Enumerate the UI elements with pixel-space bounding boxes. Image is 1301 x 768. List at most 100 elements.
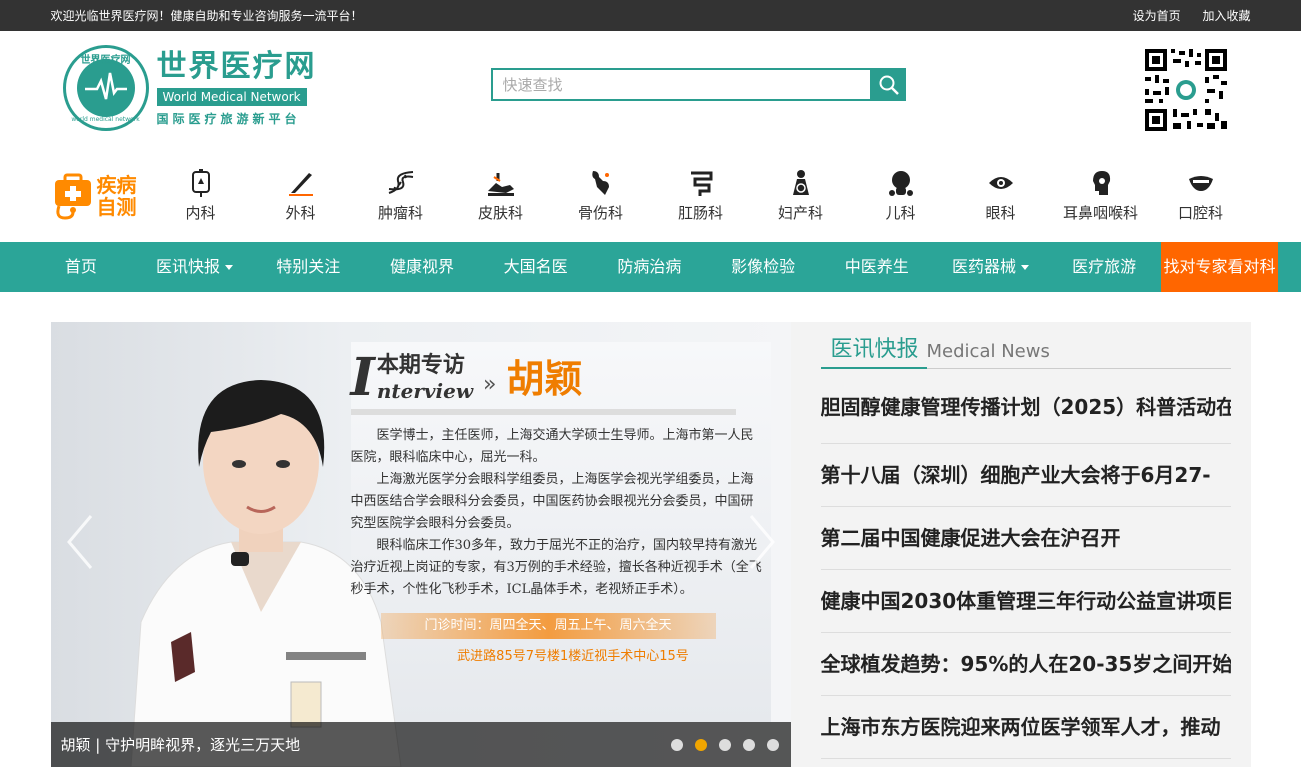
bio-paragraph: 眼科临床工作30多年，致力于屈光不正的治疗，国内较早持有激光治疗近视上岗证的专家…	[350, 538, 762, 597]
header: 世界医疗网 world medical network 世界医疗网 World …	[51, 31, 1251, 149]
dept-label: 眼科	[985, 204, 1016, 222]
dept-label: 皮肤科	[477, 204, 523, 222]
dept-oncology[interactable]: 肿瘤科	[351, 168, 451, 223]
slider-dots	[659, 738, 779, 751]
nav-label: 中医养生	[844, 257, 909, 276]
eye-icon	[987, 168, 1015, 198]
interview-card: I 本期专访 nterview » 胡颖 医学博士，主任医师，上海交通大学硕士生…	[350, 347, 766, 717]
dept-obstetrics[interactable]: 妇产科	[751, 168, 851, 223]
dept-label: 肿瘤科	[377, 204, 423, 222]
slider-dot[interactable]	[742, 738, 755, 751]
main-nav: 首页 医讯快报 特别关注 健康视界 大国名医 防病治病 影像检验 中医养生 医药…	[0, 242, 1301, 292]
slider-prev-arrow-icon[interactable]	[65, 512, 95, 572]
dept-internal-medicine[interactable]: 内科	[151, 168, 251, 223]
nav-label: 医讯快报	[156, 257, 221, 276]
site-logo[interactable]: 世界医疗网 world medical network 世界医疗网 World …	[62, 45, 317, 131]
search-icon	[879, 75, 899, 95]
nav-famous-doctors[interactable]: 大国名医	[479, 242, 593, 292]
nav-tcm[interactable]: 中医养生	[820, 242, 934, 292]
news-list: 胆固醇健康管理传播计划（2025）科普活动在 第十八届（深圳）细胞产业大会将于6…	[820, 369, 1231, 759]
self-test-line1: 疾病	[96, 172, 137, 197]
nav-special-focus[interactable]: 特别关注	[251, 242, 365, 292]
dept-dental[interactable]: 口腔科	[1151, 168, 1251, 223]
logo-english: World Medical Network	[156, 87, 307, 106]
clinic-address: 武进路85号7号楼1楼近视手术中心15号	[457, 649, 689, 664]
logo-title: 世界医疗网	[156, 48, 317, 84]
dept-surgery[interactable]: 外科	[251, 168, 351, 223]
main-content: I 本期专访 nterview » 胡颖 医学博士，主任医师，上海交通大学硕士生…	[50, 322, 1251, 767]
dept-label: 骨伤科	[577, 204, 623, 222]
child-icon	[888, 168, 914, 198]
qr-code-icon	[1142, 47, 1229, 133]
iv-bag-icon	[190, 168, 212, 198]
dept-label: 口腔科	[1177, 204, 1223, 222]
news-item[interactable]: 健康中国2030体重管理三年行动公益宣讲项目	[820, 570, 1231, 633]
nav-medical-tourism[interactable]: 医疗旅游	[1047, 242, 1161, 292]
news-item[interactable]: 第二届中国健康促进大会在沪召开	[820, 507, 1231, 570]
dept-label: 内科	[185, 204, 216, 222]
hand-icon	[486, 168, 516, 198]
nav-medical-devices[interactable]: 医药器械	[934, 242, 1048, 292]
nav-find-expert[interactable]: 找对专家看对科	[1161, 242, 1279, 292]
divider	[350, 409, 736, 415]
nav-imaging[interactable]: 影像检验	[706, 242, 820, 292]
search-button[interactable]	[871, 68, 906, 101]
nav-label: 特别关注	[276, 257, 341, 276]
nav-label: 医疗旅游	[1072, 257, 1137, 276]
logo-subtitle: 国际医疗旅游新平台	[156, 111, 301, 126]
slider-dot-active[interactable]	[694, 738, 707, 751]
slider-dot[interactable]	[670, 738, 683, 751]
double-arrow-icon: »	[483, 372, 497, 397]
doctor-bio: 医学博士，主任医师，上海交通大学硕士生导师。上海市第一人民医院，眼科临床中心，屈…	[351, 425, 766, 601]
slider-dot[interactable]	[718, 738, 731, 751]
bone-icon	[589, 168, 613, 198]
news-item[interactable]: 上海市东方医院迎来两位医学领军人才，推动	[820, 696, 1231, 759]
top-bar: 欢迎光临世界医疗网！健康自助和专业咨询服务一流平台！ 设为首页 加入收藏	[0, 0, 1301, 31]
nav-label: 医药器械	[951, 257, 1016, 276]
interview-title: 本期专访	[376, 352, 465, 378]
doctor-name: 胡颖	[506, 356, 583, 401]
banner-slider[interactable]: I 本期专访 nterview » 胡颖 医学博士，主任医师，上海交通大学硕士生…	[50, 322, 791, 767]
dept-ophthalmology[interactable]: 眼科	[951, 168, 1051, 223]
nav-label: 找对专家看对科	[1163, 257, 1276, 276]
nav-label: 健康视界	[389, 257, 454, 276]
interview-en: nterview	[376, 379, 474, 403]
slide-title[interactable]: 胡颖 | 守护明眸视界，逐光三万天地	[61, 734, 301, 755]
news-item[interactable]: 全球植发趋势：95%的人在20-35岁之间开始	[820, 633, 1231, 696]
slider-dot[interactable]	[766, 738, 779, 751]
dept-anorectal[interactable]: 肛肠科	[651, 168, 751, 223]
bio-paragraph: 医学博士，主任医师，上海交通大学硕士生导师。上海市第一人民医院，眼科临床中心，屈…	[350, 428, 754, 465]
nav-label: 大国名医	[503, 257, 568, 276]
news-title-en: Medical News	[926, 341, 1050, 362]
dept-ent[interactable]: 耳鼻咽喉科	[1051, 168, 1151, 223]
set-home-link[interactable]: 设为首页	[1133, 9, 1181, 23]
welcome-text: 欢迎光临世界医疗网！健康自助和专业咨询服务一流平台！	[50, 9, 363, 23]
slider-next-arrow-icon[interactable]	[747, 512, 777, 572]
nav-home[interactable]: 首页	[24, 242, 138, 292]
pregnant-icon	[789, 168, 813, 198]
logo-ring-text: 世界医疗网	[80, 55, 131, 66]
caret-down-icon	[1020, 265, 1029, 270]
dept-label: 妇产科	[777, 204, 823, 222]
dna-icon	[386, 168, 416, 198]
dept-label: 肛肠科	[677, 204, 723, 222]
interview-initial: I	[350, 347, 375, 408]
search-input[interactable]	[490, 68, 872, 101]
self-test-line2: 自测	[96, 194, 137, 219]
dept-orthopedics[interactable]: 骨伤科	[551, 168, 651, 223]
news-item[interactable]: 第十八届（深圳）细胞产业大会将于6月27-	[820, 444, 1231, 507]
news-item[interactable]: 胆固醇健康管理传播计划（2025）科普活动在	[820, 384, 1231, 444]
logo-emblem: 世界医疗网 world medical network	[62, 45, 149, 131]
scalpel-icon	[287, 168, 315, 198]
nav-disease-prevention[interactable]: 防病治病	[593, 242, 707, 292]
slider-caption: 胡颖 | 守护明眸视界，逐光三万天地	[50, 722, 791, 767]
add-favorite-link[interactable]: 加入收藏	[1202, 9, 1250, 23]
dept-dermatology[interactable]: 皮肤科	[451, 168, 551, 223]
logo-heartbeat-icon	[76, 59, 135, 117]
nav-health-vision[interactable]: 健康视界	[365, 242, 479, 292]
dept-pediatrics[interactable]: 儿科	[851, 168, 951, 223]
nav-medical-news[interactable]: 医讯快报	[138, 242, 252, 292]
search-bar	[490, 68, 906, 101]
news-title[interactable]: 医讯快报	[820, 331, 927, 369]
self-test-link[interactable]: 疾病 自测	[51, 166, 151, 226]
